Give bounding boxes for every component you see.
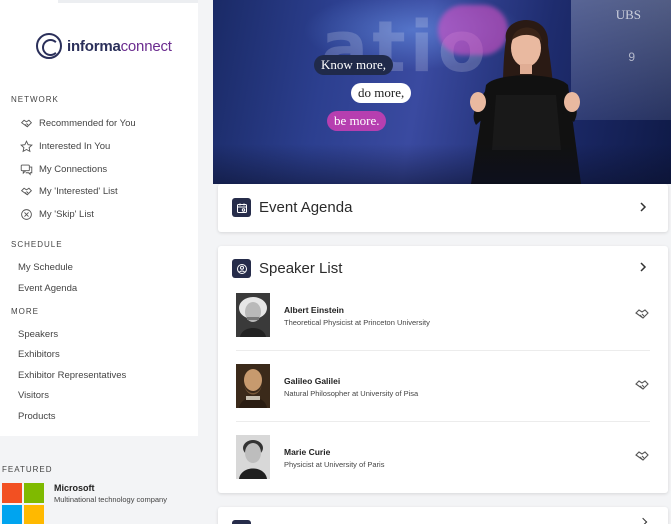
logo-square-red: [2, 483, 22, 503]
featured-company-description: Multinational technology company: [54, 495, 167, 504]
informa-connect-logo[interactable]: informaconnect: [36, 33, 172, 59]
sidebar-item-my-schedule[interactable]: My Schedule: [18, 262, 73, 273]
next-card-partial[interactable]: [218, 507, 668, 524]
logo-square-yellow: [24, 505, 44, 524]
handshake-icon[interactable]: [634, 306, 650, 322]
sidebar-item-recommended[interactable]: Recommended for You: [18, 115, 136, 131]
chat-icon: [18, 161, 34, 177]
sidebar-item-skip-list[interactable]: My 'Skip' List: [18, 206, 94, 222]
featured-section-label: FEATURED: [2, 465, 53, 474]
sidebar-item-my-connections[interactable]: My Connections: [18, 161, 107, 177]
sidebar-item-label: My Connections: [39, 163, 108, 175]
event-agenda-card[interactable]: Event Agenda: [218, 184, 668, 232]
logo-suffix: connect: [120, 37, 172, 55]
sponsor-sign-number: 9: [628, 50, 635, 64]
handshake-icon: [18, 183, 34, 199]
handshake-icon: [18, 115, 34, 131]
star-icon: [18, 138, 34, 154]
speaker-name: Galileo Galilei: [284, 376, 341, 386]
speaker-list-header[interactable]: Speaker List: [232, 259, 342, 278]
network-section-label: NETWORK: [11, 95, 59, 104]
hero-slogan-line-2: do more,: [351, 83, 412, 103]
card-icon: [232, 520, 251, 524]
event-agenda-title: Event Agenda: [259, 199, 353, 216]
sidebar-item-exhibitors[interactable]: Exhibitors: [18, 349, 60, 360]
logo-square-green: [24, 483, 44, 503]
schedule-section-label: SCHEDULE: [11, 240, 63, 249]
speaker-portrait: [236, 364, 270, 408]
speaker-list-card: Speaker List Albert Einstein Theoretical…: [218, 246, 668, 493]
stage-floor-shade: [213, 144, 671, 184]
sidebar-item-label: My 'Skip' List: [39, 208, 94, 220]
chevron-right-icon[interactable]: [636, 260, 650, 274]
chevron-right-icon[interactable]: [636, 200, 650, 214]
more-section-label: MORE: [11, 307, 39, 316]
sidebar-item-label: Interested In You: [39, 140, 111, 152]
speaker-name: Albert Einstein: [284, 305, 344, 315]
featured-company-name[interactable]: Microsoft: [54, 483, 95, 493]
sidebar-item-label: Recommended for You: [39, 117, 136, 129]
microsoft-logo[interactable]: [2, 483, 44, 524]
sidebar-item-products[interactable]: Products: [18, 411, 56, 422]
logo-square-blue: [2, 505, 22, 524]
event-agenda-header: Event Agenda: [232, 198, 352, 217]
chevron-right-icon[interactable]: [638, 517, 648, 524]
hero-banner: atio UBS 9 Know more, do more, be more.: [213, 0, 671, 184]
sidebar-item-visitors[interactable]: Visitors: [18, 390, 49, 401]
app-page: informaconnect NETWORK Recommended for Y…: [0, 0, 671, 524]
sidebar-item-label: My 'Interested' List: [39, 185, 118, 197]
hero-slogan-line-3: be more.: [327, 111, 387, 131]
close-circle-icon: [18, 206, 34, 222]
sidebar-item-interested-in-you[interactable]: Interested In You: [18, 138, 110, 154]
calendar-icon: [232, 198, 251, 217]
sponsor-sign-text: UBS: [615, 7, 641, 22]
sidebar-item-exhibitor-representatives[interactable]: Exhibitor Representatives: [18, 370, 126, 381]
speaker-description: Theoretical Physicist at Princeton Unive…: [284, 318, 430, 327]
speakers-icon: [232, 259, 251, 278]
sidebar: informaconnect NETWORK Recommended for Y…: [0, 0, 198, 436]
sidebar-top-strip: [58, 0, 198, 3]
logo-brand: informa: [67, 37, 121, 55]
speaker-portrait: [236, 435, 270, 479]
handshake-icon[interactable]: [634, 377, 650, 393]
speaker-list-title: Speaker List: [259, 260, 343, 277]
speaker-description: Natural Philosopher at University of Pis…: [284, 389, 419, 398]
sidebar-item-event-agenda[interactable]: Event Agenda: [18, 283, 77, 294]
handshake-icon[interactable]: [634, 448, 650, 464]
informa-logo-icon: [36, 33, 62, 59]
sidebar-item-interested-list[interactable]: My 'Interested' List: [18, 183, 118, 199]
speaker-description: Physicist at University of Paris: [284, 460, 385, 469]
sidebar-item-speakers[interactable]: Speakers: [18, 329, 58, 340]
speaker-row[interactable]: Galileo Galilei Natural Philosopher at U…: [218, 351, 668, 422]
speaker-portrait: [236, 293, 270, 337]
logo-text: informaconnect: [67, 38, 172, 55]
speaker-name: Marie Curie: [284, 447, 331, 457]
hero-slogan-line-1: Know more,: [314, 55, 393, 75]
speaker-row[interactable]: Albert Einstein Theoretical Physicist at…: [218, 280, 668, 351]
speaker-row[interactable]: Marie Curie Physicist at University of P…: [218, 422, 668, 493]
